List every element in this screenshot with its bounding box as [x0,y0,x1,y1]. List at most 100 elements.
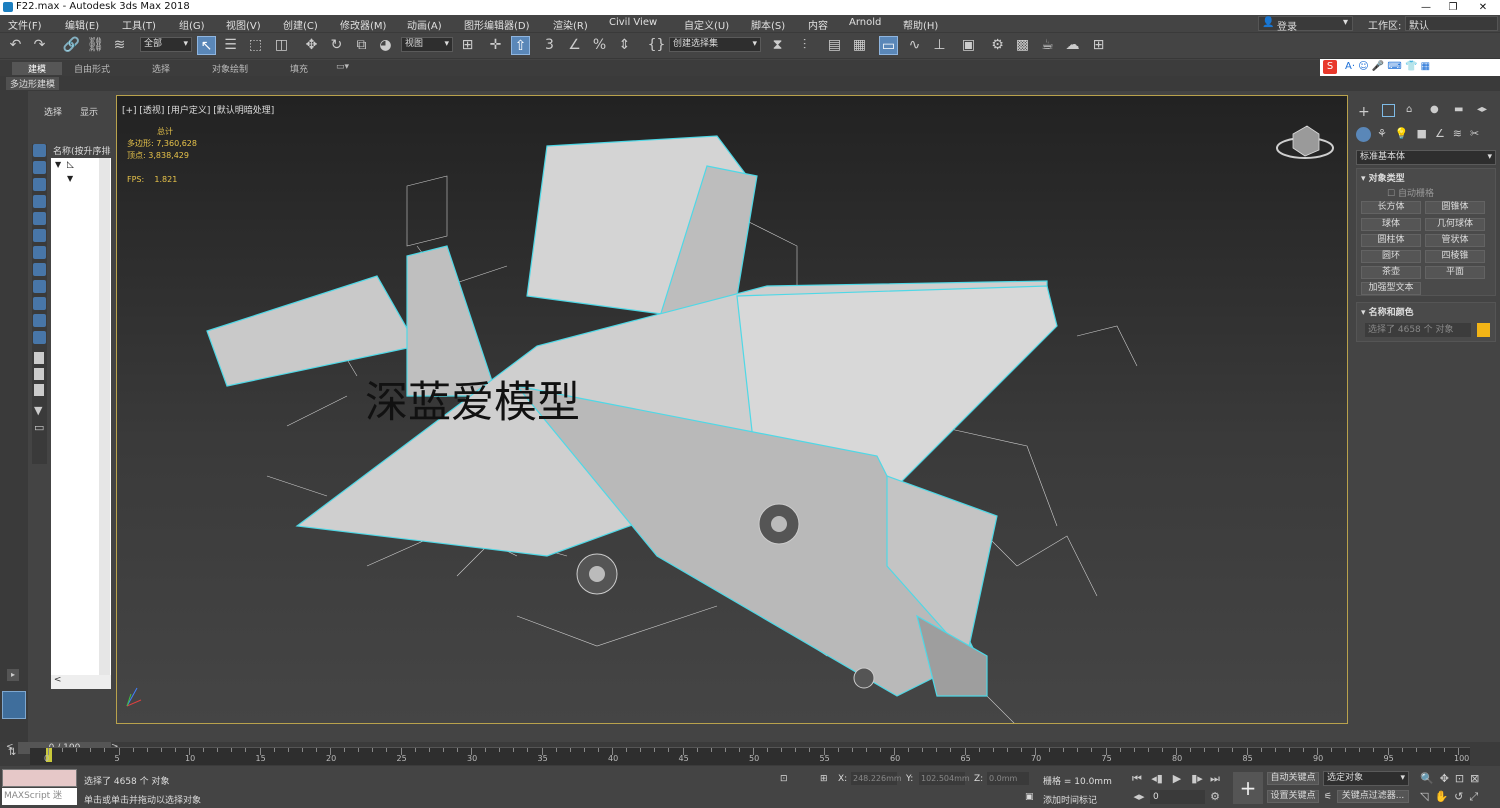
spinner-snap-icon[interactable]: ⇕ [615,36,634,55]
cone-button[interactable]: 圆锥体 [1425,201,1485,214]
display-xrefs-icon[interactable] [33,263,46,276]
rendered-frame-icon[interactable]: ▩ [1013,36,1032,55]
display-helpers-icon[interactable] [33,212,46,225]
scene-list[interactable]: 名称(按升序排列) ▼ ◺ ▼ < [51,144,111,689]
mirror-icon[interactable]: ⧗ [768,36,787,55]
menu-view[interactable]: 视图(V) [226,17,261,32]
display-lights-icon[interactable] [33,178,46,191]
a360-gallery-icon[interactable]: ⊞ [1089,36,1108,55]
display-groups-icon[interactable] [33,246,46,259]
object-name-field[interactable]: 选择了 4658 个 对象 [1365,323,1471,337]
geometry-icon[interactable] [1356,127,1371,142]
minimize-icon[interactable]: — [1413,0,1439,15]
object-color-swatch[interactable] [1477,323,1490,337]
display-geometry-icon[interactable] [33,144,46,157]
ribbon-options-icon[interactable]: ▭▾ [330,62,355,72]
tab-populate[interactable]: 填充 [284,62,314,75]
x-coord-field[interactable]: 248.226mm [851,772,902,785]
autogrid-checkbox[interactable]: ☐ 自动栅格 [1387,186,1434,199]
unlink-icon[interactable]: ⛓ [86,36,105,55]
link-icon[interactable]: 🔗 [62,36,81,55]
textplus-button[interactable]: 加强型文本 [1361,282,1421,295]
key-mode-icon[interactable]: ◂▸ [1132,790,1146,804]
key-filter-icon[interactable]: ⚟ [1324,792,1332,802]
set-key-icon[interactable]: + [1233,772,1263,804]
tab-selection[interactable]: 选择 [146,62,176,75]
render-cloud-icon[interactable]: ☁ [1063,36,1082,55]
tab-freeform[interactable]: 自由形式 [68,62,116,75]
ime-logo-icon[interactable]: S [1323,60,1337,74]
render-icon[interactable]: ☕ [1038,36,1057,55]
menu-rendering[interactable]: 渲染(R) [553,17,588,32]
key-filters-button[interactable]: 关键点过滤器... [1337,790,1409,803]
layer-filter-icon[interactable]: ▭ [34,421,47,434]
display-all-icon[interactable] [34,352,44,364]
tab-modeling[interactable]: 建模 [12,62,62,75]
menu-arnold[interactable]: Arnold [849,17,881,28]
create-tab-icon[interactable]: + [1358,104,1370,120]
maxscript-listener[interactable] [2,769,77,787]
pivot-center-icon[interactable]: ⊞ [458,36,477,55]
edit-named-sets-icon[interactable]: {} [647,36,666,55]
menu-civil-view[interactable]: Civil View [609,17,657,28]
schematic-view-icon[interactable]: ⊥ [930,36,949,55]
sphere-button[interactable]: 球体 [1361,218,1421,231]
key-selection-dropdown[interactable]: 选定对象 [1323,771,1409,786]
display-shapes-icon[interactable] [33,161,46,174]
cylinder-button[interactable]: 圆柱体 [1361,234,1421,247]
time-tag-icon[interactable]: ▣ [1025,792,1034,802]
torus-button[interactable]: 圆环 [1361,250,1421,263]
maxscript-input[interactable]: MAXScript 迷 [2,788,77,805]
layer-explorer-icon[interactable]: ▦ [850,36,869,55]
placement-icon[interactable]: ◕ [376,36,395,55]
tab-object-paint[interactable]: 对象绘制 [206,62,254,75]
current-frame-field[interactable]: 0 [1150,790,1205,804]
menu-group[interactable]: 组(G) [179,17,205,32]
y-coord-field[interactable]: 102.504mm [919,772,970,785]
rollout-title[interactable]: ▾ 对象类型 [1361,171,1405,184]
menu-file[interactable]: 文件(F) [8,17,42,32]
filter-icon[interactable]: ▼ [34,404,47,417]
scene-tab-select[interactable]: 选择 [44,105,62,118]
play-icon[interactable]: ▶ [1170,772,1184,786]
aircraft-model[interactable] [117,96,1347,723]
next-frame-icon[interactable]: ▮▸ [1190,772,1204,786]
display-cameras-icon[interactable] [33,195,46,208]
object-category-icons[interactable]: ⚘💡■∠≋✂ [1377,127,1487,140]
display-containers-icon[interactable] [33,297,46,310]
keyboard-shortcut-toggle-icon[interactable]: ⇧ [511,36,530,55]
menu-help[interactable]: 帮助(H) [903,17,938,32]
tree-expand-icon[interactable]: ▼ [55,160,61,169]
workspace-dropdown[interactable]: 默认 [1405,16,1498,32]
scene-explorer-icon[interactable]: ▤ [825,36,844,55]
display-bones-icon[interactable] [33,280,46,293]
menu-animation[interactable]: 动画(A) [407,17,442,32]
percent-snap-icon[interactable]: % [590,36,609,55]
selection-filter-dropdown[interactable]: 全部 [140,37,192,52]
geosphere-button[interactable]: 几何球体 [1425,218,1485,231]
angle-snap-icon[interactable]: ∠ [565,36,584,55]
menu-modifiers[interactable]: 修改器(M) [340,17,386,32]
viewport-nav-icons[interactable]: ◹✋↺⤢ [1420,790,1484,804]
viewcube[interactable] [1276,125,1334,159]
display-none-icon[interactable] [34,368,44,380]
material-editor-icon[interactable]: ▣ [959,36,978,55]
isolate-icon[interactable]: ⊡ [780,774,788,784]
select-manipulate-icon[interactable]: ✛ [486,36,505,55]
goto-end-icon[interactable]: ⏭ [1208,772,1222,786]
menu-scripting[interactable]: 脚本(S) [751,17,785,32]
hierarchy-tab-icon[interactable]: ⌂ [1406,104,1412,115]
reference-coord-dropdown[interactable]: 视图 [401,37,453,52]
named-selection-set-dropdown[interactable]: 创建选择集 [669,37,761,52]
restore-icon[interactable]: ❐ [1440,0,1466,15]
scene-list-header[interactable]: 名称(按升序排列) [51,144,111,158]
time-config-icon[interactable]: ⚙ [1208,790,1222,804]
scale-icon[interactable]: ⧉ [352,36,371,55]
bind-spacewarp-icon[interactable]: ≋ [110,36,129,55]
plane-button[interactable]: 平面 [1425,266,1485,279]
rotate-icon[interactable]: ↻ [327,36,346,55]
snaps-toggle-icon[interactable]: 3 [540,36,559,55]
perspective-viewport[interactable]: [+] [透视] [用户定义] [默认明暗处理] 总计 多边形: 7,360,6… [116,95,1348,724]
display-tab-icon[interactable]: ▬ [1454,104,1463,115]
rect-selection-icon[interactable]: ⬚ [246,36,265,55]
